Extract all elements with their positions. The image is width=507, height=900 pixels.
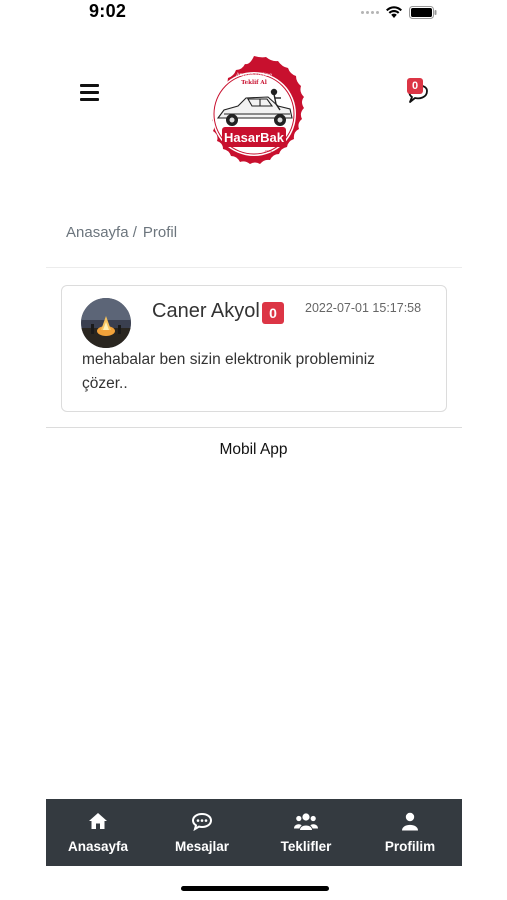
hamburger-menu-button[interactable] (80, 84, 100, 101)
message-timestamp: 2022-07-01 15:17:58 (305, 301, 422, 315)
message-text: mehabalar ben sizin elektronik problemin… (82, 351, 375, 392)
bottom-nav: Anasayfa Mesajlar Teklifler Profilim (46, 799, 462, 866)
wifi-icon (386, 6, 402, 18)
nav-label-mesajlar: Mesajlar (174, 839, 230, 854)
nav-label-anasayfa: Anasayfa (67, 839, 129, 854)
breadcrumb-home-link[interactable]: Anasayfa / (66, 224, 137, 241)
logo-middle-text: Teklif Al (241, 80, 267, 86)
status-bar: 9:02 (0, 0, 507, 28)
nav-item-teklifler[interactable]: Teklifler (254, 799, 358, 866)
logo-sub-text: .com (264, 149, 272, 153)
nav-item-profilim[interactable]: Profilim (358, 799, 462, 866)
messages-button[interactable]: 0 (401, 78, 435, 108)
user-message-badge: 0 (262, 302, 284, 324)
section-divider (46, 427, 462, 428)
status-time: 9:02 (89, 1, 127, 21)
chat-icon (191, 811, 213, 831)
home-icon (88, 811, 108, 831)
home-indicator[interactable] (181, 886, 329, 891)
footer-text: Mobil App (219, 441, 288, 458)
logo-brand-text: HasarBak (224, 130, 285, 145)
nav-label-teklifler: Teklifler (280, 839, 332, 854)
message-card[interactable]: Caner Akyol 0 2022-07-01 15:17:58 mehaba… (61, 285, 447, 412)
nav-label-profilim: Profilim (384, 839, 436, 854)
status-icons (361, 5, 437, 19)
user-name[interactable]: Caner Akyol (152, 300, 260, 323)
hasarbak-logo[interactable]: Anında Online Teklif Al HasarBak .com (194, 54, 314, 174)
user-icon (401, 811, 419, 831)
breadcrumb: Anasayfa / Profil (66, 224, 177, 241)
messages-count-badge: 0 (407, 78, 423, 94)
battery-icon (409, 5, 437, 19)
logo-top-text: Anında Online (235, 72, 272, 78)
breadcrumb-divider (46, 267, 462, 268)
breadcrumb-current: Profil (142, 224, 178, 241)
cellular-signal-icon (361, 10, 379, 14)
users-icon (294, 811, 318, 831)
nav-item-anasayfa[interactable]: Anasayfa (46, 799, 150, 866)
avatar[interactable] (81, 298, 131, 348)
nav-item-mesajlar[interactable]: Mesajlar (150, 799, 254, 866)
